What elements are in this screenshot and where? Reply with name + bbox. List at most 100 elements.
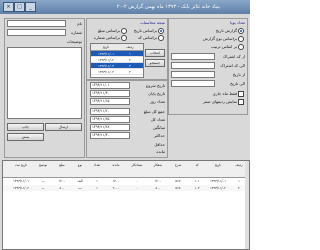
field-label: نام	[77, 21, 82, 26]
radio-report-order[interactable]	[238, 44, 244, 50]
from-code-input[interactable]	[171, 53, 215, 60]
table-cell: ۲۰۰۰	[112, 186, 120, 190]
table-cell: ۱۲۰۰	[154, 179, 162, 183]
close-button[interactable]: ×	[3, 2, 14, 12]
field-label: از تاریخ	[232, 72, 245, 77]
name-input[interactable]	[7, 20, 66, 27]
field-label: از کد اشتراک	[222, 54, 245, 59]
maximize-button[interactable]: □	[14, 2, 25, 12]
result-label: جمع کل مبلغ	[143, 109, 165, 114]
notes-textarea[interactable]	[7, 47, 82, 119]
result-field[interactable]: ۱۳۹۳/۱۱/۲۸	[90, 124, 130, 131]
table-row[interactable]: ۱ ۱۳۹۳/۱۱/۰۱ ۱۰۱ ۵۶۷ ۱۲۰۰ ۰ ۱۲۰۰ ۱ الف ۱…	[3, 178, 249, 184]
field-label: توضیحات	[66, 39, 82, 44]
grid-cell: ۱۳۹۳/۱۱/۰۳	[98, 63, 114, 68]
table-cell: ۵۶۸	[175, 186, 181, 190]
close-form-button[interactable]: بستن	[7, 133, 44, 141]
table-cell: ۰	[136, 186, 138, 190]
radio-label: براساس مبلغ	[98, 28, 120, 33]
table-header-cell: کد	[195, 163, 199, 167]
result-label: حداقل	[154, 142, 165, 147]
radio-report-date[interactable]	[238, 28, 244, 34]
select-button[interactable]: انتخاب	[145, 49, 165, 57]
checkbox-label: نمایش ردیفهای صفر	[202, 99, 237, 104]
result-label: میانگین	[152, 125, 165, 130]
number-input[interactable]	[7, 29, 66, 36]
table-cell: —	[41, 179, 45, 183]
radio-by-code[interactable]	[158, 35, 164, 41]
grid-cell: ۱۳۹۳/۱۱/۰۱	[98, 51, 114, 56]
table-cell: الف	[77, 179, 83, 183]
table-cell: ۱۰۲	[194, 186, 200, 190]
table-header-cell: نوع	[77, 163, 83, 167]
to-date-input[interactable]	[171, 80, 215, 87]
from-date-input[interactable]	[171, 71, 215, 78]
result-group: تاریخ شروع ۱۳۹۳/۱۱/۰۱ تاریخ پایان ۱۳۹۳/۱…	[86, 80, 168, 158]
table-cell: ۱۲۰۰	[58, 179, 66, 183]
checkbox-current-month[interactable]	[238, 91, 244, 97]
to-code-input[interactable]	[171, 62, 215, 69]
end-date-field[interactable]: ۱۳۹۳/۱۱/۳۰	[90, 90, 130, 97]
table-cell: ۰	[136, 179, 138, 183]
table-header-cell: تاریخ ثبت	[14, 163, 28, 167]
result-field[interactable]: ۱۳۹۳/۱۱/۲۰	[90, 108, 130, 115]
table-header-cell: مانده	[112, 163, 120, 167]
section-title-filter: تعداد پویا	[230, 20, 245, 25]
table-cell: ۱۳۹۳/۱۱/۰۱	[13, 179, 29, 183]
radio-by-amount[interactable]	[121, 28, 127, 34]
grid-cell: ۳	[129, 63, 131, 68]
grid-cell: ۱۳۹۳/۱۱/۰۴	[98, 69, 114, 74]
table-cell: ۱۳۹۳/۱۱/۰۲	[13, 186, 29, 190]
application-window: ۲۰-۲ بنیاد خانه تئاتر بانک - ۱۳۹۳ ماه به…	[0, 0, 250, 250]
results-table[interactable]: ردیف تاریخ کد شرح بدهکار بستانکار مانده …	[2, 160, 250, 250]
table-header-cell: مبلغ	[59, 163, 65, 167]
field-label: الی تاریخ	[230, 81, 245, 86]
table-header-cell: تاریخ	[214, 163, 222, 167]
radio-label: براساس شماره	[93, 35, 120, 40]
grid-cell: ۲	[129, 57, 131, 62]
table-row[interactable]: ۲ ۱۳۹۳/۱۱/۰۲ ۱۰۲ ۵۶۸ ۸۰۰ ۰ ۲۰۰۰ ۱ ب ۸۰۰ …	[3, 185, 249, 191]
table-scrollbar[interactable]	[245, 161, 249, 249]
calc-group: نتیجه محاسبات براساس تاریخ براساس کد برا…	[86, 18, 168, 80]
table-header: ردیف تاریخ کد شرح بدهکار بستانکار مانده …	[3, 161, 249, 178]
grid-header-cell: ردیف	[126, 45, 134, 49]
title-bar: ۲۰-۲ بنیاد خانه تئاتر بانک - ۱۳۹۳ ماه به…	[0, 0, 250, 14]
start-date-field[interactable]: ۱۳۹۳/۱۱/۰۱	[90, 82, 130, 89]
radio-report-type[interactable]	[238, 36, 244, 42]
left-panel: نام شماره توضیحات چاپ ارسال بستن	[4, 18, 85, 158]
table-cell: ۵۶۷	[175, 179, 181, 183]
grid-header-cell: تاریخ	[102, 45, 110, 49]
table-cell: ۱۳۹۳/۱۱/۰۲	[210, 186, 226, 190]
radio-by-date[interactable]	[158, 28, 164, 34]
print-button[interactable]: چاپ	[7, 123, 44, 131]
radio-label: بر اساس ترتیب	[211, 44, 237, 49]
checkbox-zero-rows[interactable]	[238, 99, 244, 105]
result-field[interactable]: ۱۳۹۳/۱۱/۳۰	[90, 132, 130, 139]
radio-label: براساس تاریخ	[133, 28, 157, 33]
field-label: الی کد اشتراک	[220, 63, 245, 68]
result-field[interactable]: ۱۳۹۳/۱۱/۲۵	[90, 116, 130, 123]
grid-row[interactable]: ۴ ۱۳۹۳/۱۱/۰۴	[91, 69, 143, 75]
table-header-cell: بدهکار	[153, 163, 163, 167]
day-count-field[interactable]: ۱۳۹۳/۱۱/۱۵	[90, 98, 130, 105]
grid-header: ردیف تاریخ	[91, 44, 143, 51]
result-label: تعداد کل	[150, 117, 165, 122]
mini-date-grid[interactable]: ردیف تاریخ ۱ ۱۳۹۳/۱۱/۰۱ ۲ ۱۳۹۳/۱۱/۰۲ ۳ ۱…	[90, 43, 144, 78]
table-cell: ب	[78, 186, 82, 190]
radio-label: براساس کد	[137, 35, 157, 40]
checkbox-label: فقط ماه جاری	[212, 91, 238, 96]
section-title-calc: نتیجه محاسبات	[139, 20, 165, 25]
field-label: شماره	[71, 30, 82, 35]
search-button[interactable]: جستجو	[145, 59, 165, 67]
radio-by-number[interactable]	[121, 35, 127, 41]
filter-group: تعداد پویا گزارش تاریخ براساس نوع گزارش …	[168, 18, 248, 115]
table-cell: ۱	[96, 179, 98, 183]
minimize-button[interactable]: _	[25, 2, 36, 12]
radio-label: گزارش تاریخ	[215, 28, 237, 33]
grid-cell: ۴	[129, 69, 131, 74]
table-cell: —	[41, 186, 45, 190]
send-button[interactable]: ارسال	[45, 123, 82, 131]
table-header-cell: توضیح	[38, 163, 48, 167]
table-cell: ۱۳۹۳/۱۱/۰۱	[210, 179, 226, 183]
info-label: تاریخ شروع	[145, 83, 165, 88]
